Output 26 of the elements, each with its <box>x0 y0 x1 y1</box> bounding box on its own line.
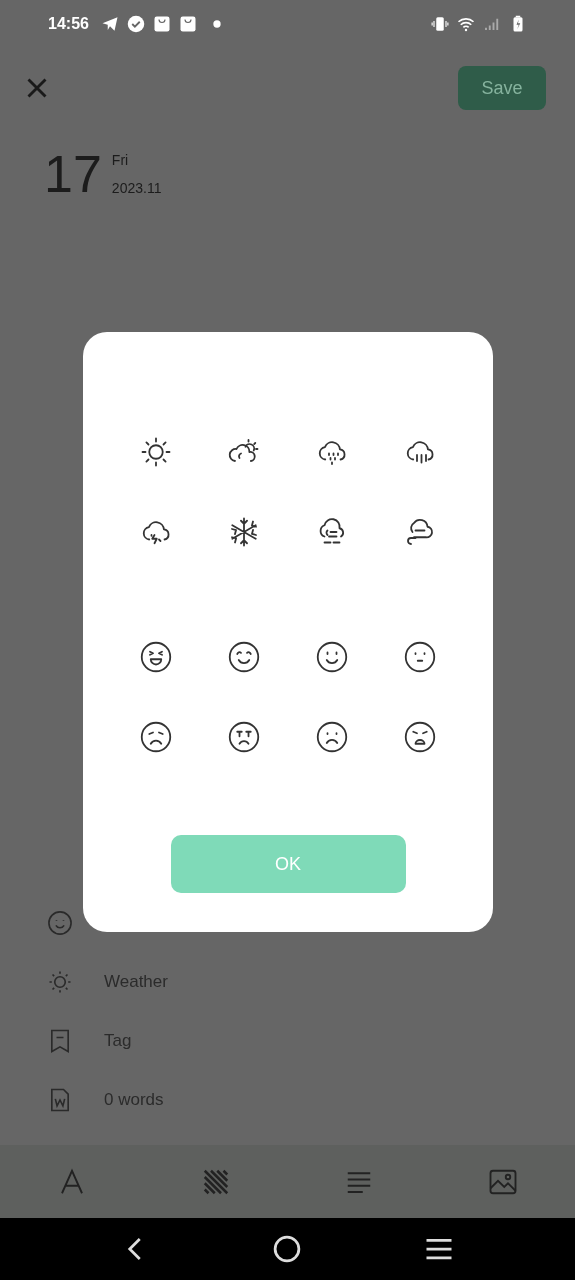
paper-plane-icon <box>100 15 119 33</box>
save-button[interactable]: Save <box>458 66 546 110</box>
sad-face-icon[interactable] <box>138 719 174 755</box>
vibrate-icon <box>431 15 449 33</box>
shopping-bag-icon <box>178 15 197 33</box>
content-face-icon[interactable] <box>226 639 262 675</box>
dot-icon <box>212 20 221 28</box>
laughing-face-icon[interactable] <box>138 639 174 675</box>
check-circle-icon <box>126 15 145 33</box>
smiling-face-icon[interactable] <box>314 639 350 675</box>
wifi-icon <box>457 15 475 33</box>
row-label[interactable]: Tag <box>104 1030 132 1051</box>
date-day: 17 <box>44 146 102 202</box>
angry-face-icon[interactable] <box>402 719 438 755</box>
year-month: 2023.11 <box>111 180 162 196</box>
shopping-bag-icon <box>152 15 171 33</box>
home-icon[interactable] <box>272 1234 303 1264</box>
row-label[interactable]: 0 words <box>104 1089 164 1110</box>
row-label[interactable]: Weather <box>104 971 168 992</box>
smiley-icon[interactable] <box>46 908 74 937</box>
ok-button[interactable]: OK <box>170 835 406 893</box>
frowning-face-icon[interactable] <box>314 719 350 755</box>
neutral-face-icon[interactable] <box>402 639 438 675</box>
status-time: 14:56 <box>48 15 89 33</box>
weekday: Fri <box>111 152 130 168</box>
crying-face-icon[interactable] <box>226 719 262 755</box>
